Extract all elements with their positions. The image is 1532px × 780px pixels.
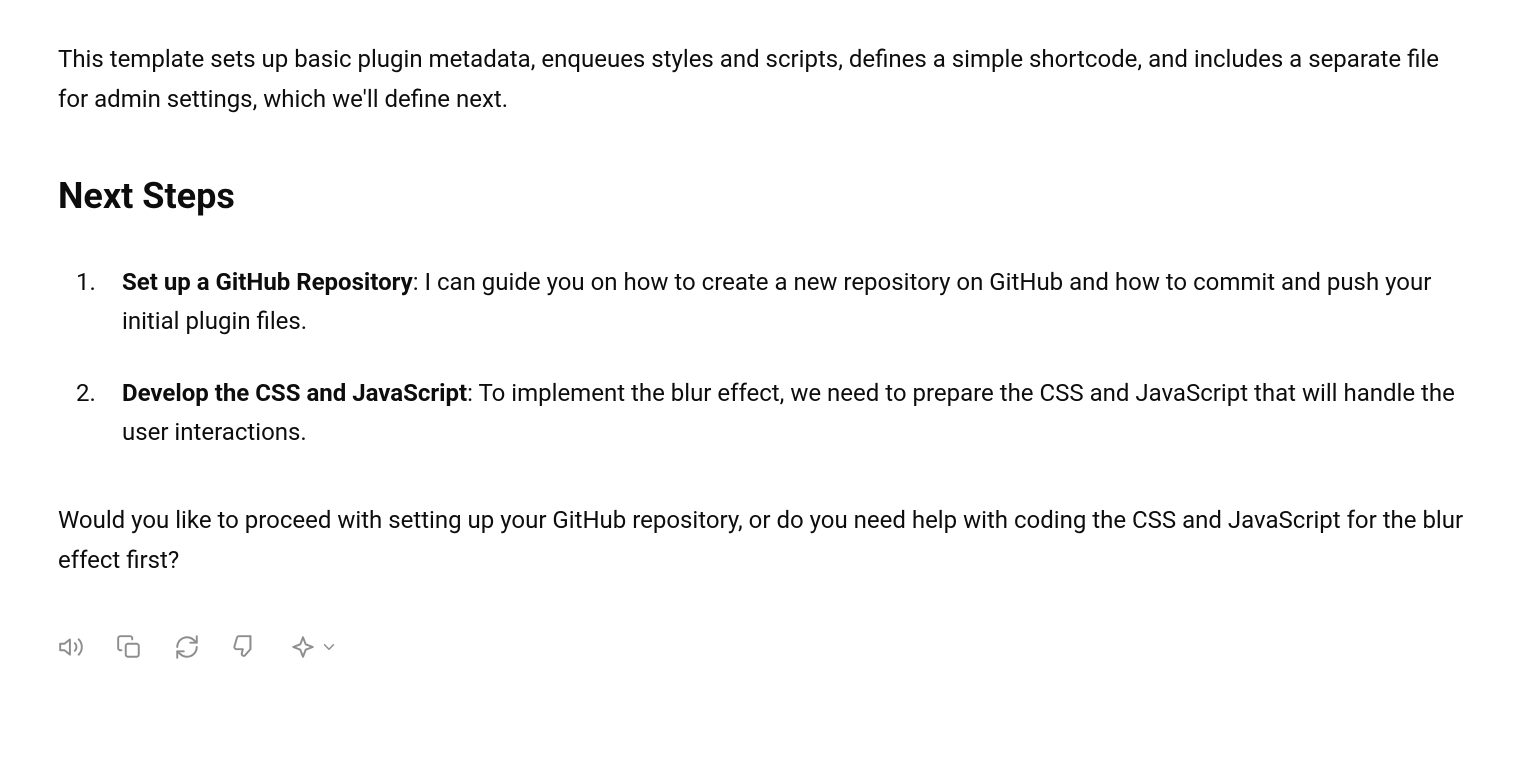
step-title: Develop the CSS and JavaScript bbox=[122, 379, 467, 407]
next-steps-heading: Next Steps bbox=[58, 167, 1474, 226]
closing-paragraph: Would you like to proceed with setting u… bbox=[58, 501, 1474, 580]
copy-icon bbox=[116, 634, 142, 663]
model-selector-button[interactable] bbox=[290, 634, 338, 663]
chevron-down-icon bbox=[320, 638, 338, 659]
thumbs-down-button[interactable] bbox=[232, 634, 258, 663]
refresh-icon bbox=[174, 634, 200, 663]
list-item: Develop the CSS and JavaScript: To imple… bbox=[58, 374, 1474, 453]
step-title: Set up a GitHub Repository bbox=[122, 268, 413, 296]
list-item: Set up a GitHub Repository: I can guide … bbox=[58, 263, 1474, 342]
regenerate-button[interactable] bbox=[174, 634, 200, 663]
sparkle-icon bbox=[290, 634, 316, 663]
read-aloud-button[interactable] bbox=[58, 634, 84, 663]
thumbs-down-icon bbox=[232, 634, 258, 663]
intro-paragraph: This template sets up basic plugin metad… bbox=[58, 40, 1474, 119]
steps-list: Set up a GitHub Repository: I can guide … bbox=[58, 263, 1474, 453]
speaker-icon bbox=[58, 634, 84, 663]
copy-button[interactable] bbox=[116, 634, 142, 663]
action-bar bbox=[58, 634, 1474, 663]
